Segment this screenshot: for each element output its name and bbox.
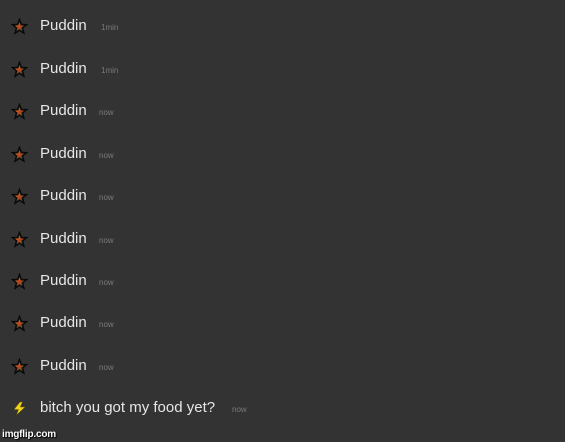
message-timestamp: now	[232, 405, 247, 414]
message-row[interactable]: Puddin now	[0, 352, 565, 382]
message-row[interactable]: Puddin now	[0, 97, 565, 127]
message-row[interactable]: Puddin now	[0, 225, 565, 255]
message-timestamp: now	[99, 278, 114, 287]
message-row[interactable]: Puddin 1min	[0, 55, 565, 85]
message-row[interactable]: Puddin now	[0, 309, 565, 339]
message-timestamp: 1min	[101, 23, 119, 32]
message-timestamp: now	[99, 320, 114, 329]
message-text: Puddin	[40, 314, 87, 331]
message-text: bitch you got my food yet?	[40, 399, 216, 416]
message-timestamp: now	[99, 236, 114, 245]
message-text: Puddin	[40, 17, 87, 34]
message-row[interactable]: Puddin 1min	[0, 12, 565, 42]
lightning-bolt-icon	[11, 400, 28, 417]
star-icon	[11, 315, 28, 332]
message-text: Puddin	[40, 357, 87, 374]
star-icon	[11, 188, 28, 205]
message-row[interactable]: Puddin now	[0, 182, 565, 212]
imgflip-watermark: imgflip.com	[2, 429, 56, 440]
message-timestamp: 1min	[101, 66, 119, 75]
message-text: Puddin	[40, 102, 87, 119]
message-row[interactable]: bitch you got my food yet? now	[0, 394, 565, 424]
star-icon	[11, 358, 28, 375]
message-timestamp: now	[99, 151, 114, 160]
message-text: Puddin	[40, 272, 87, 289]
message-timestamp: now	[99, 363, 114, 372]
message-row[interactable]: Puddin now	[0, 140, 565, 170]
star-icon	[11, 146, 28, 163]
message-timestamp: now	[99, 108, 114, 117]
star-icon	[11, 231, 28, 248]
message-row[interactable]: Puddin now	[0, 267, 565, 297]
message-text: Puddin	[40, 60, 87, 77]
message-text: Puddin	[40, 187, 87, 204]
message-text: Puddin	[40, 230, 87, 247]
star-icon	[11, 61, 28, 78]
star-icon	[11, 103, 28, 120]
star-icon	[11, 18, 28, 35]
message-text: Puddin	[40, 145, 87, 162]
star-icon	[11, 273, 28, 290]
message-timestamp: now	[99, 193, 114, 202]
